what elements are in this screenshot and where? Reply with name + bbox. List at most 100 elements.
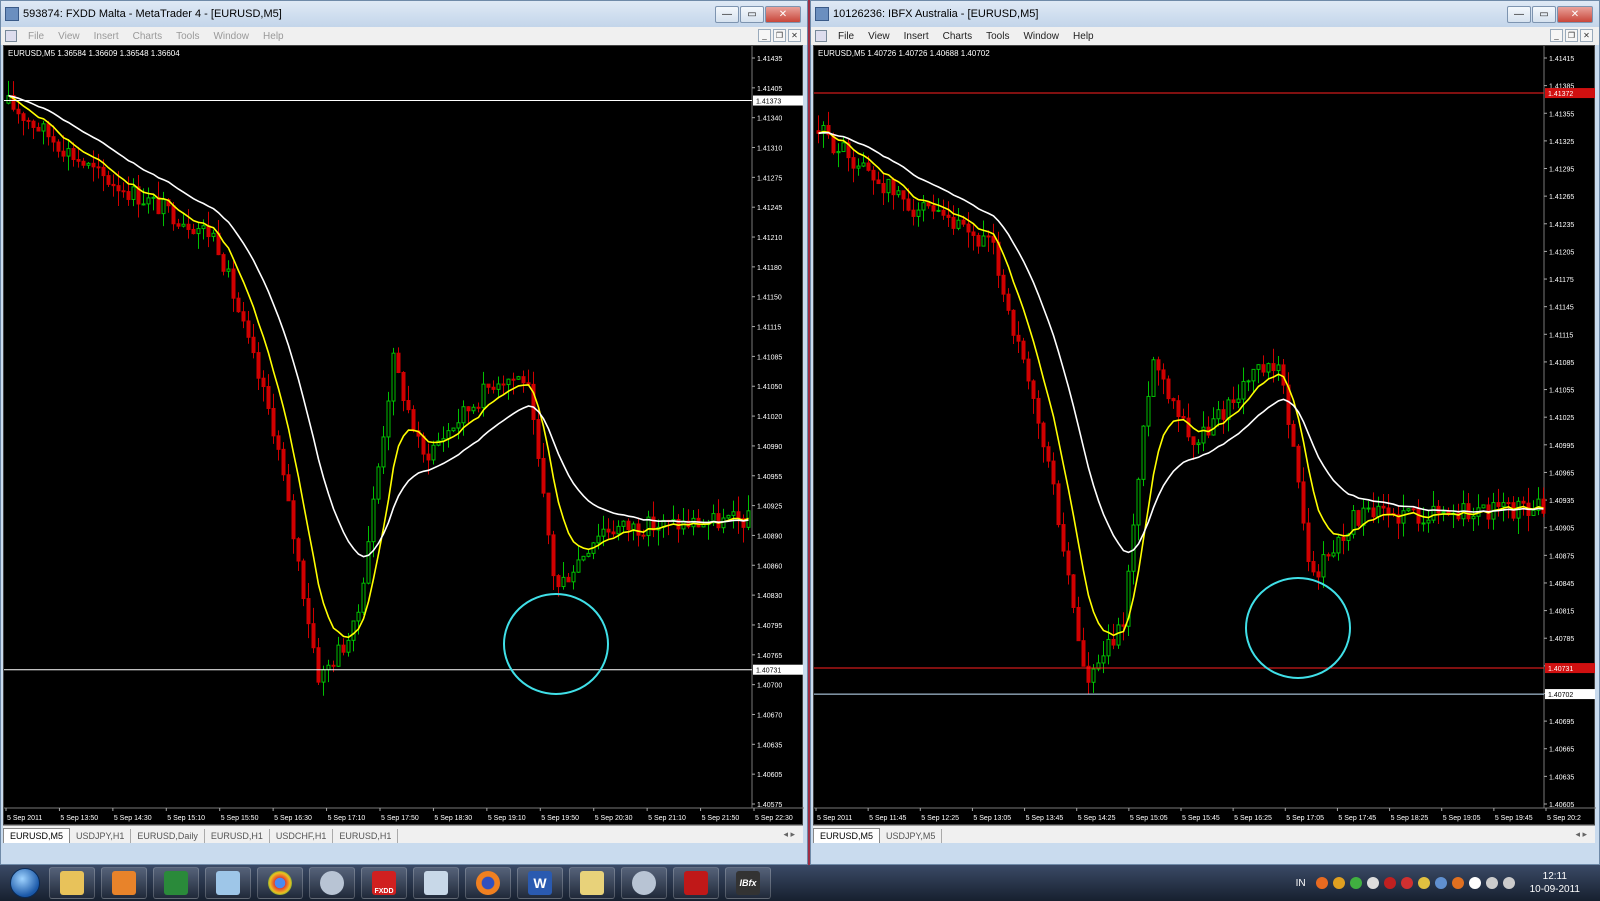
price-label: 1.40765 xyxy=(757,653,782,660)
tab-chart[interactable]: USDCHF,H1 xyxy=(270,829,334,843)
menu-file[interactable]: File xyxy=(28,31,44,42)
price-label: 1.40935 xyxy=(1549,498,1574,505)
time-label: 5 Sep 17:45 xyxy=(1338,815,1376,822)
mdi-minimize-button[interactable]: _ xyxy=(758,29,771,42)
tray-icon[interactable] xyxy=(1366,877,1379,889)
taskbar-app[interactable] xyxy=(413,867,459,899)
candle-body xyxy=(386,400,391,438)
time-label: 5 Sep 15:50 xyxy=(221,815,259,822)
window-fxdd[interactable]: 593874: FXDD Malta - MetaTrader 4 - [EUR… xyxy=(0,0,808,865)
tray-icon[interactable] xyxy=(1315,877,1328,889)
menu-tools[interactable]: Tools xyxy=(986,31,1009,42)
candlestick-plot[interactable]: 1.41435 1.41405 1.41340 1.41310 1.41275 1.412… xyxy=(4,46,804,826)
menu-tools[interactable]: Tools xyxy=(176,31,199,42)
tray-icon[interactable] xyxy=(1400,877,1413,889)
mdi-restore-button[interactable]: ❐ xyxy=(773,29,786,42)
flag-icon[interactable] xyxy=(1468,877,1481,889)
tab-chart[interactable]: USDJPY,M5 xyxy=(880,829,943,843)
menu-file[interactable]: File xyxy=(838,31,854,42)
candle-body xyxy=(961,219,966,225)
candlestick-plot[interactable]: 1.414151.413851.413551.413251.412951.412… xyxy=(814,46,1596,826)
taskbar-app[interactable] xyxy=(465,867,511,899)
taskbar-app[interactable] xyxy=(673,867,719,899)
title-bar[interactable]: 10126236: IBFX Australia - [EURUSD,M5] —… xyxy=(811,1,1599,27)
candle-body xyxy=(181,223,186,227)
candle-body xyxy=(731,511,736,516)
price-chart[interactable]: 1.41415 1.41385 1.41355 1.41325 1.41295 1.412… xyxy=(813,45,1596,826)
tray-icon[interactable] xyxy=(1349,877,1362,889)
tab-chart[interactable]: USDJPY,H1 xyxy=(70,829,132,843)
taskbar-app[interactable] xyxy=(257,867,303,899)
price-label: 1.41325 xyxy=(1549,139,1574,146)
close-button[interactable]: ✕ xyxy=(765,5,801,23)
menu-view[interactable]: View xyxy=(58,31,80,42)
taskbar-app[interactable] xyxy=(569,867,615,899)
candle-body xyxy=(1196,442,1201,446)
minimize-button[interactable]: — xyxy=(1507,5,1531,23)
taskbar-app[interactable] xyxy=(153,867,199,899)
price-label: 1.41265 xyxy=(1549,194,1574,201)
taskbar-app[interactable] xyxy=(101,867,147,899)
candle-body xyxy=(286,474,291,502)
language-indicator[interactable]: IN xyxy=(1296,878,1306,889)
taskbar-app[interactable] xyxy=(49,867,95,899)
maximize-button[interactable]: ▭ xyxy=(740,5,764,23)
tray-icon[interactable] xyxy=(1332,877,1345,889)
window-ibfx[interactable]: 10126236: IBFX Australia - [EURUSD,M5] —… xyxy=(810,0,1600,865)
mdi-close-button[interactable]: ✕ xyxy=(1580,29,1593,42)
menu-help[interactable]: Help xyxy=(263,31,284,42)
candle-body xyxy=(1386,507,1391,515)
tab-chart[interactable]: EURUSD,Daily xyxy=(131,829,205,843)
candle-body xyxy=(111,183,116,187)
maximize-button[interactable]: ▭ xyxy=(1532,5,1556,23)
tray-icon[interactable] xyxy=(1451,877,1464,889)
taskbar-app[interactable]: W xyxy=(517,867,563,899)
tray-icon[interactable] xyxy=(1434,877,1447,889)
candle-body xyxy=(266,386,271,409)
menu-charts[interactable]: Charts xyxy=(133,31,162,42)
tab-chart[interactable]: EURUSD,M5 xyxy=(3,828,71,843)
tray-icon[interactable] xyxy=(1383,877,1396,889)
candle-body xyxy=(726,514,731,519)
candle-body xyxy=(241,311,246,322)
menu-window[interactable]: Window xyxy=(213,31,249,42)
candle-body xyxy=(1116,624,1121,646)
candle-body xyxy=(1541,498,1546,514)
price-chart[interactable]: 1.41435 1.41405 1.41340 1.41310 1.41275 1.412… xyxy=(3,45,804,826)
candle-body xyxy=(1001,274,1006,295)
volume-icon[interactable] xyxy=(1502,877,1515,889)
candle-body xyxy=(1246,380,1251,383)
menu-insert[interactable]: Insert xyxy=(904,31,929,42)
menu-window[interactable]: Window xyxy=(1023,31,1059,42)
taskbar-app[interactable] xyxy=(205,867,251,899)
tab-chart[interactable]: EURUSD,H1 xyxy=(205,829,270,843)
tab-scroll-arrows[interactable]: ◂ ▸ xyxy=(1575,829,1587,840)
menu-help[interactable]: Help xyxy=(1073,31,1094,42)
tab-chart[interactable]: EURUSD,M5 xyxy=(813,828,881,843)
taskbar-app[interactable]: FXDD xyxy=(361,867,407,899)
close-button[interactable]: ✕ xyxy=(1557,5,1593,23)
candle-body xyxy=(921,202,926,211)
taskbar-app[interactable] xyxy=(309,867,355,899)
title-bar[interactable]: 593874: FXDD Malta - MetaTrader 4 - [EUR… xyxy=(1,1,807,27)
taskbar-app[interactable] xyxy=(621,867,667,899)
menu-insert[interactable]: Insert xyxy=(94,31,119,42)
candle-body xyxy=(126,191,131,200)
menu-charts[interactable]: Charts xyxy=(943,31,972,42)
taskbar-app[interactable]: IBfx xyxy=(725,867,771,899)
tray-icon[interactable] xyxy=(1417,877,1430,889)
menu-view[interactable]: View xyxy=(868,31,890,42)
time-label: 5 Sep 17:10 xyxy=(328,815,366,822)
candle-body xyxy=(1406,508,1411,512)
mdi-restore-button[interactable]: ❐ xyxy=(1565,29,1578,42)
mdi-close-button[interactable]: ✕ xyxy=(788,29,801,42)
clock[interactable]: 12:11 10-09-2011 xyxy=(1530,870,1580,896)
mdi-minimize-button[interactable]: _ xyxy=(1550,29,1563,42)
minimize-button[interactable]: — xyxy=(715,5,739,23)
network-icon[interactable] xyxy=(1485,877,1498,889)
firefox-icon xyxy=(476,871,500,895)
tab-scroll-arrows[interactable]: ◂ ▸ xyxy=(783,829,795,840)
candle-body xyxy=(1281,364,1286,386)
start-button[interactable] xyxy=(4,866,46,900)
tab-chart[interactable]: EURUSD,H1 xyxy=(333,829,399,843)
